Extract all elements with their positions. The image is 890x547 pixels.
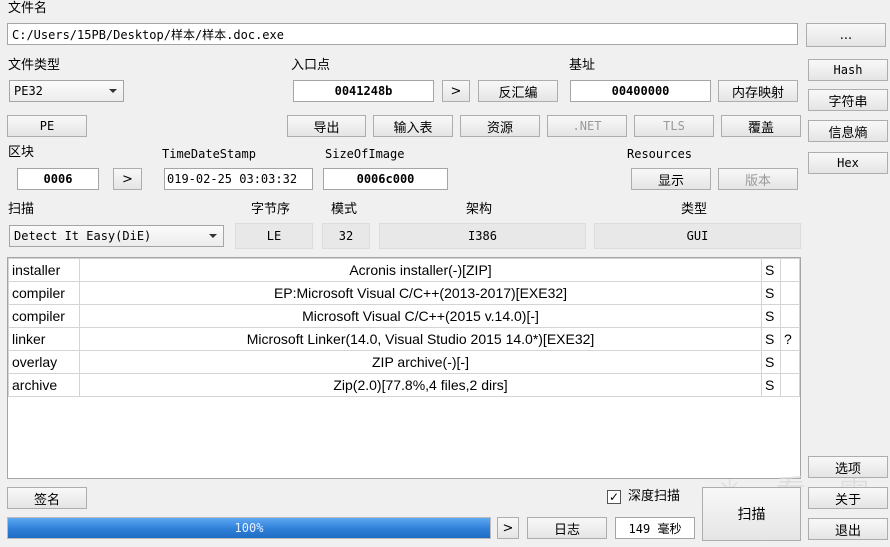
pe-button[interactable]: PE (7, 115, 87, 137)
scan-progress-bar: 100% (7, 517, 491, 539)
result-name: Microsoft Visual C/C++(2015 v.14.0)[-] (79, 304, 762, 328)
file-name-label: 文件名 (8, 1, 48, 16)
result-name: Acronis installer(-)[ZIP] (79, 258, 762, 282)
arch-value: I386 (379, 223, 586, 249)
resources-label: Resources (627, 147, 693, 161)
hex-button[interactable]: Hex (808, 152, 888, 174)
net-button[interactable]: .NET (547, 115, 627, 137)
result-row[interactable]: installer Acronis installer(-)[ZIP] S (8, 258, 800, 282)
result-type: archive (8, 373, 80, 397)
mode-value: 32 (322, 223, 370, 249)
result-signature-button[interactable]: S (761, 350, 781, 374)
result-type: compiler (8, 304, 80, 328)
result-row[interactable]: archive Zip(2.0)[77.8%,4 files,2 dirs] S (8, 373, 800, 397)
result-type: installer (8, 258, 80, 282)
elapsed-time-field: 149 毫秒 (615, 517, 695, 539)
chevron-down-icon (209, 234, 217, 238)
resources-version-button[interactable]: 版本 (718, 168, 798, 190)
base-address-label: 基址 (569, 58, 596, 73)
deep-scan-label: 深度扫描 (628, 489, 681, 504)
chevron-down-icon (109, 89, 117, 93)
result-row[interactable]: compiler EP:Microsoft Visual C/C++(2013-… (8, 281, 800, 305)
result-info[interactable] (780, 258, 800, 282)
scan-label: 扫描 (8, 202, 35, 217)
result-signature-button[interactable]: S (761, 258, 781, 282)
result-name: Zip(2.0)[77.8%,4 files,2 dirs] (79, 373, 762, 397)
tls-button[interactable]: TLS (634, 115, 714, 137)
checkmark-icon: ✓ (608, 490, 620, 504)
result-type: linker (8, 327, 80, 351)
result-row[interactable]: overlay ZIP archive(-)[-] S (8, 350, 800, 374)
export-button[interactable]: 导出 (287, 115, 366, 137)
result-signature-button[interactable]: S (761, 281, 781, 305)
progress-next-button[interactable]: > (497, 517, 519, 539)
file-type-label: 文件类型 (8, 58, 61, 73)
result-info[interactable] (780, 304, 800, 328)
type-value: GUI (594, 223, 801, 249)
endianness-label: 字节序 (251, 202, 291, 217)
entry-point-next-button[interactable]: > (442, 80, 470, 102)
entropy-button[interactable]: 信息熵 (808, 120, 888, 142)
resources-button[interactable]: 资源 (460, 115, 540, 137)
sections-field[interactable]: 0006 (17, 168, 99, 190)
timedatestamp-label: TimeDateStamp (162, 147, 256, 161)
result-info[interactable]: ? (780, 327, 800, 351)
overlay-button[interactable]: 覆盖 (721, 115, 801, 137)
scan-engine-select[interactable]: Detect It Easy(DiE) (9, 225, 224, 247)
entry-point-label: 入口点 (291, 58, 331, 73)
result-row[interactable]: compiler Microsoft Visual C/C++(2015 v.1… (8, 304, 800, 328)
exit-button[interactable]: 退出 (808, 518, 888, 540)
progress-text: 100% (234, 521, 264, 535)
file-path-field[interactable]: C:/Users/15PB/Desktop/样本/样本.doc.exe (7, 23, 798, 45)
deep-scan-checkbox[interactable]: ✓ (607, 490, 621, 504)
result-info[interactable] (780, 281, 800, 305)
endianness-value: LE (235, 223, 313, 249)
result-name: EP:Microsoft Visual C/C++(2013-2017)[EXE… (79, 281, 762, 305)
memory-map-button[interactable]: 内存映射 (718, 80, 798, 102)
result-name: Microsoft Linker(14.0, Visual Studio 201… (79, 327, 762, 351)
sizeofimage-field[interactable]: 0006c000 (323, 168, 448, 190)
browse-button[interactable]: ... (806, 23, 886, 47)
resources-show-button[interactable]: 显示 (631, 168, 711, 190)
file-type-select[interactable]: PE32 (9, 80, 124, 102)
result-type: compiler (8, 281, 80, 305)
base-address-field[interactable]: 00400000 (570, 80, 711, 102)
entry-point-field[interactable]: 0041248b (293, 80, 434, 102)
sizeofimage-label: SizeOfImage (325, 147, 405, 161)
result-info[interactable] (780, 350, 800, 374)
scan-button[interactable]: 扫描 (702, 487, 801, 541)
disassemble-button[interactable]: 反汇编 (478, 80, 558, 102)
arch-label: 架构 (466, 202, 493, 217)
signature-button[interactable]: 签名 (7, 487, 87, 509)
result-row[interactable]: linker Microsoft Linker(14.0, Visual Stu… (8, 327, 800, 351)
result-signature-button[interactable]: S (761, 373, 781, 397)
mode-label: 模式 (331, 202, 358, 217)
strings-button[interactable]: 字符串 (808, 89, 888, 111)
sections-label: 区块 (8, 145, 35, 160)
hash-button[interactable]: Hash (808, 59, 888, 81)
type-label: 类型 (681, 202, 708, 217)
result-signature-button[interactable]: S (761, 327, 781, 351)
file-type-value: PE32 (14, 84, 43, 98)
timedatestamp-field[interactable]: 019-02-25 03:03:32 (164, 168, 313, 190)
log-button[interactable]: 日志 (527, 517, 607, 539)
sections-next-button[interactable]: > (113, 168, 142, 190)
import-button[interactable]: 输入表 (373, 115, 453, 137)
about-button[interactable]: 关于 (808, 487, 888, 509)
result-name: ZIP archive(-)[-] (79, 350, 762, 374)
options-button[interactable]: 选项 (808, 456, 888, 478)
result-signature-button[interactable]: S (761, 304, 781, 328)
result-type: overlay (8, 350, 80, 374)
results-table[interactable]: installer Acronis installer(-)[ZIP] S co… (8, 258, 800, 397)
result-info[interactable] (780, 373, 800, 397)
scan-engine-value: Detect It Easy(DiE) (14, 229, 152, 243)
